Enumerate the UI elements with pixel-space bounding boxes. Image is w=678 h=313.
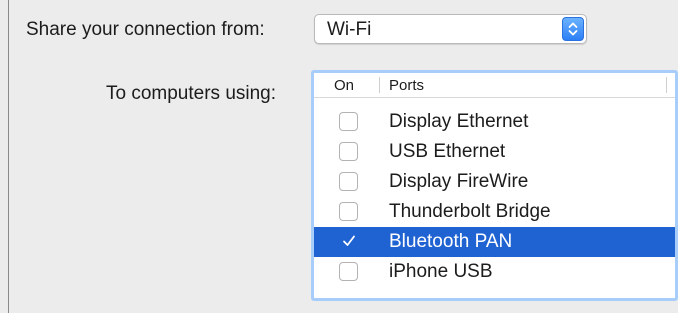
port-checkbox[interactable] — [339, 202, 358, 221]
chevron-up-down-icon — [562, 17, 584, 41]
table-rows: Display Ethernet USB Ethernet Display Fi… — [314, 107, 675, 287]
sharing-panel: Share your connection from: Wi-Fi To com… — [8, 0, 678, 313]
port-checkbox[interactable] — [339, 142, 358, 161]
ports-table[interactable]: On Ports Display Ethernet USB Ethernet D… — [311, 70, 678, 301]
table-row[interactable]: Display Ethernet — [314, 107, 675, 137]
column-header-on[interactable]: On — [334, 77, 354, 94]
column-divider — [666, 77, 667, 93]
to-computers-label: To computers using: — [106, 83, 277, 104]
share-from-select[interactable]: Wi-Fi — [314, 14, 587, 44]
table-row-selected[interactable]: Bluetooth PAN — [314, 227, 675, 257]
port-checkbox[interactable] — [339, 172, 358, 191]
checkmark-icon — [343, 235, 355, 246]
port-name: USB Ethernet — [389, 141, 506, 162]
table-row[interactable]: Display FireWire — [314, 167, 675, 197]
port-name: Bluetooth PAN — [389, 231, 513, 252]
column-header-ports[interactable]: Ports — [389, 77, 424, 94]
port-name: Display FireWire — [389, 171, 529, 192]
port-checkbox[interactable] — [339, 262, 358, 281]
port-name: iPhone USB — [389, 261, 493, 282]
column-divider[interactable] — [379, 77, 380, 93]
port-name: Display Ethernet — [389, 111, 529, 132]
table-row[interactable]: USB Ethernet — [314, 137, 675, 167]
share-from-value: Wi-Fi — [327, 19, 372, 40]
table-header: On Ports — [314, 73, 675, 98]
port-name: Thunderbolt Bridge — [389, 201, 551, 222]
table-row[interactable]: Thunderbolt Bridge — [314, 197, 675, 227]
table-row[interactable]: iPhone USB — [314, 257, 675, 287]
port-checkbox-checked[interactable] — [339, 232, 358, 251]
port-checkbox[interactable] — [339, 112, 358, 131]
share-from-label: Share your connection from: — [26, 19, 265, 40]
